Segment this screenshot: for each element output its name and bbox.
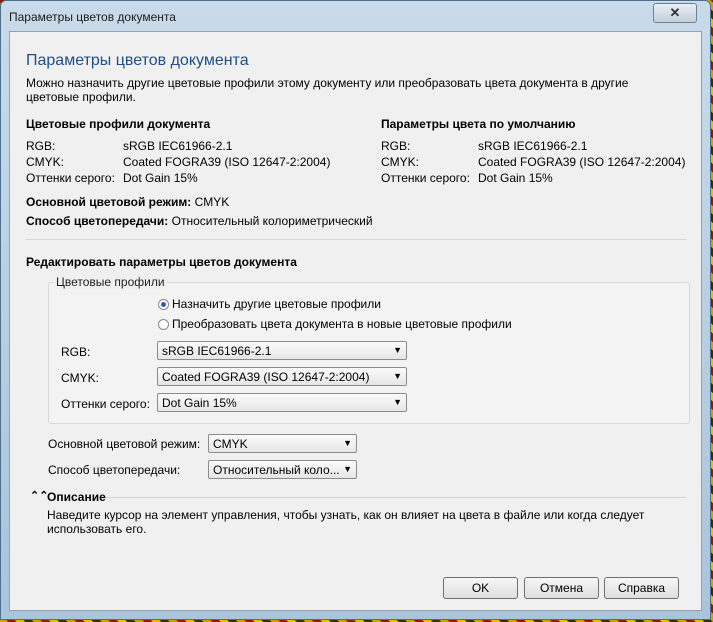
- edit-cmyk-label: CMYK:: [61, 371, 100, 385]
- rendering-row: Способ цветопередачи: Относительный коло…: [26, 214, 373, 228]
- description-title: Описание: [47, 490, 106, 504]
- rendering-label: Способ цветопередачи:: [26, 214, 169, 228]
- default-gray-value: Dot Gain 15%: [478, 171, 553, 185]
- gray-profile-select[interactable]: Dot Gain 15% ▼: [157, 393, 407, 412]
- doc-gray-label: Оттенки серого:: [26, 171, 115, 185]
- defaults-title: Параметры цвета по умолчанию: [381, 117, 576, 131]
- radio-convert-label[interactable]: Преобразовать цвета документа в новые цв…: [172, 317, 512, 331]
- default-rgb-label: RGB:: [381, 139, 411, 153]
- window-title: Параметры цветов документа: [9, 10, 176, 24]
- radio-convert[interactable]: [158, 319, 169, 330]
- header-description: Можно назначить другие цветовые профили …: [26, 76, 629, 104]
- edit-intent-label: Способ цветопередачи:: [48, 463, 181, 477]
- edit-rgb-label: RGB:: [61, 345, 91, 359]
- primary-mode-row: Основной цветовой режим: CMYK: [26, 195, 229, 209]
- dialog-body: Параметры цветов документа Можно назначи…: [9, 31, 702, 611]
- chevron-down-icon: ▼: [393, 345, 402, 355]
- doc-profiles-title: Цветовые профили документа: [26, 117, 211, 131]
- radio-assign[interactable]: [158, 299, 169, 310]
- page-title: Параметры цветов документа: [26, 52, 249, 69]
- intent-select[interactable]: Относительный коло... ▼: [208, 460, 357, 479]
- close-icon: ✕: [669, 5, 681, 20]
- close-button[interactable]: ✕: [653, 3, 697, 23]
- rgb-profile-select[interactable]: sRGB IEC61966-2.1 ▼: [157, 341, 407, 360]
- chevron-down-icon: ▼: [343, 438, 352, 448]
- doc-gray-value: Dot Gain 15%: [123, 171, 198, 185]
- doc-cmyk-value: Coated FOGRA39 (ISO 12647-2:2004): [123, 155, 331, 169]
- cmyk-profile-select[interactable]: Coated FOGRA39 (ISO 12647-2:2004) ▼: [157, 367, 407, 386]
- ok-button[interactable]: OK: [443, 577, 518, 599]
- description-divider: [106, 497, 686, 498]
- profiles-group-label: Цветовые профили: [54, 275, 167, 289]
- intent-value: Относительный коло...: [213, 463, 340, 477]
- default-gray-label: Оттенки серого:: [381, 171, 470, 185]
- mode-value: CMYK: [213, 437, 248, 451]
- default-cmyk-value: Coated FOGRA39 (ISO 12647-2:2004): [478, 155, 686, 169]
- gray-profile-value: Dot Gain 15%: [162, 396, 237, 410]
- double-chevron-up-icon[interactable]: ⌃⌃: [30, 489, 48, 502]
- chevron-down-icon: ▼: [343, 464, 352, 474]
- primary-mode-label: Основной цветовой режим:: [26, 195, 192, 209]
- divider: [26, 239, 686, 240]
- cmyk-profile-value: Coated FOGRA39 (ISO 12647-2:2004): [162, 370, 370, 384]
- radio-assign-label[interactable]: Назначить другие цветовые профили: [172, 297, 381, 311]
- dialog-window: Параметры цветов документа ✕ Параметры ц…: [0, 0, 711, 620]
- primary-mode-value: CMYK: [194, 195, 230, 209]
- doc-rgb-label: RGB:: [26, 139, 56, 153]
- edit-section-title: Редактировать параметры цветов документа: [26, 255, 297, 269]
- description-text: Наведите курсор на элемент управления, ч…: [47, 508, 645, 536]
- default-cmyk-label: CMYK:: [381, 155, 420, 169]
- title-bar[interactable]: Параметры цветов документа ✕: [1, 1, 710, 31]
- cancel-button[interactable]: Отмена: [524, 577, 599, 599]
- chevron-down-icon: ▼: [393, 371, 402, 381]
- doc-rgb-value: sRGB IEC61966-2.1: [123, 139, 233, 153]
- edit-mode-label: Основной цветовой режим:: [48, 437, 201, 451]
- mode-select[interactable]: CMYK ▼: [208, 434, 357, 453]
- edit-gray-label: Оттенки серого:: [61, 397, 150, 411]
- doc-cmyk-label: CMYK:: [26, 155, 65, 169]
- default-rgb-value: sRGB IEC61966-2.1: [478, 139, 588, 153]
- help-button[interactable]: Справка: [604, 577, 679, 599]
- rgb-profile-value: sRGB IEC61966-2.1: [162, 344, 272, 358]
- rendering-value: Относительный колориметрический: [171, 214, 373, 228]
- chevron-down-icon: ▼: [393, 397, 402, 407]
